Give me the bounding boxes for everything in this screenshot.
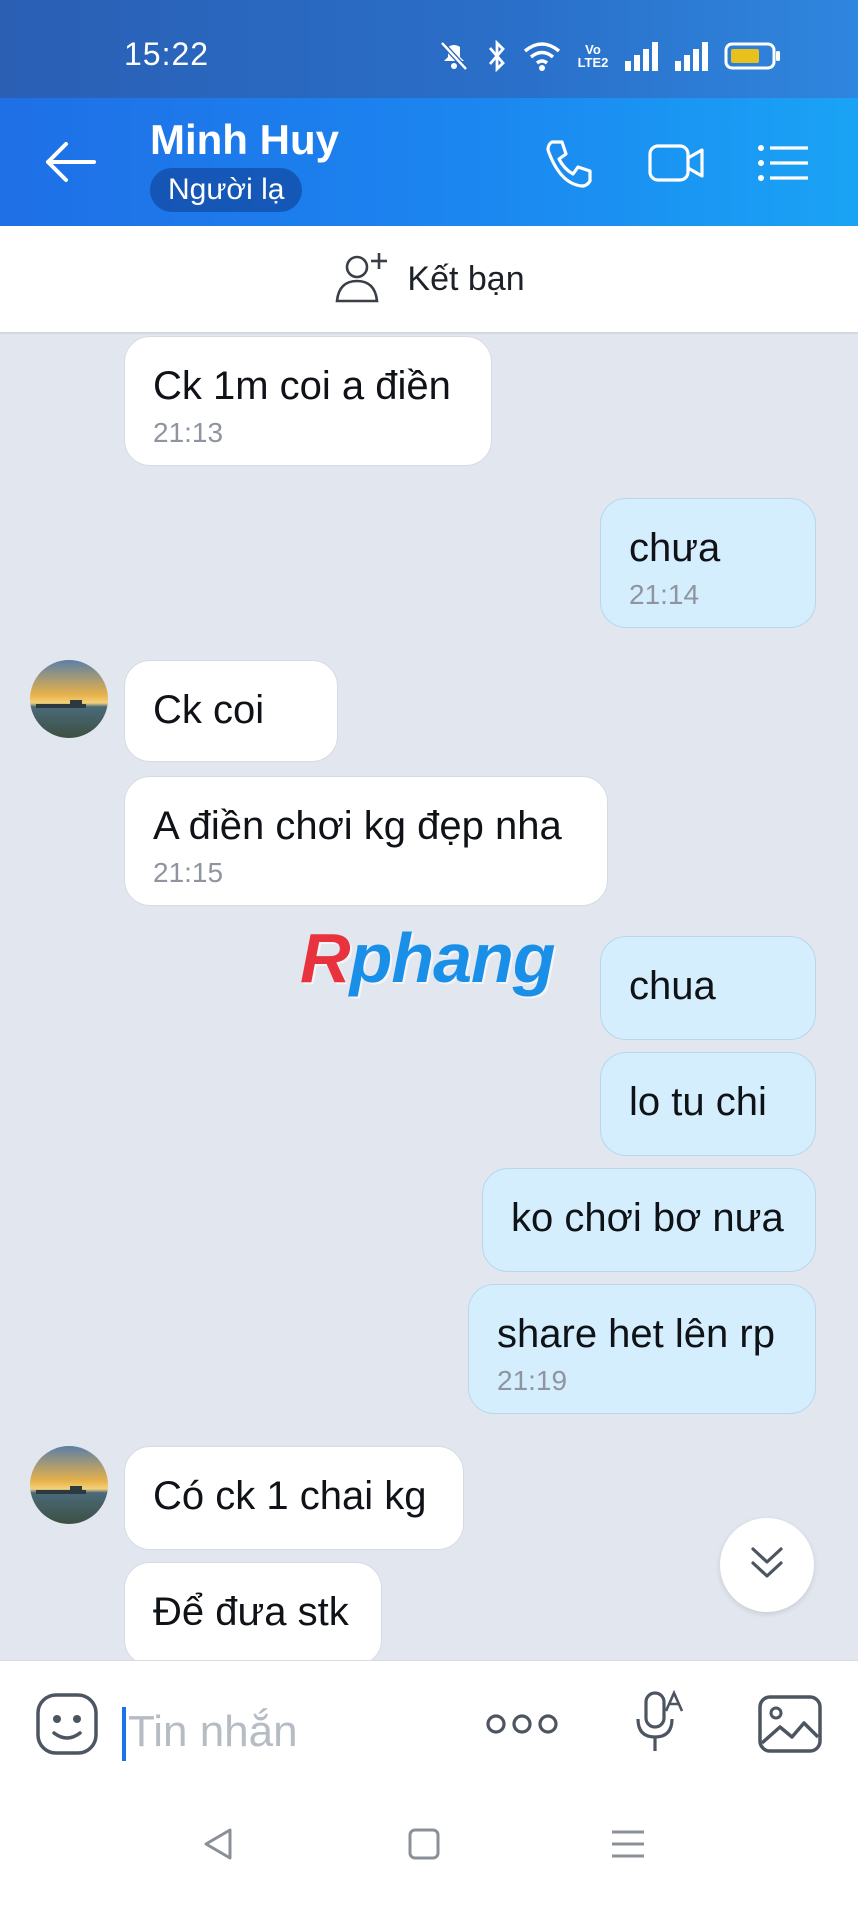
message-bubble[interactable]: ko chơi bơ nưa bbox=[482, 1168, 816, 1272]
watermark-logo: Rphang bbox=[300, 919, 556, 997]
system-nav-bar bbox=[0, 1784, 858, 1908]
message-bubble[interactable]: Ck coi bbox=[124, 660, 338, 762]
status-bar: 15:22 Vo LTE2 bbox=[0, 0, 858, 98]
wifi-icon bbox=[522, 39, 562, 73]
message-text: share het lên rp bbox=[497, 1312, 775, 1356]
message-bubble[interactable]: Có ck 1 chai kg bbox=[124, 1446, 464, 1550]
menu-list-icon[interactable] bbox=[754, 138, 814, 188]
phone-call-icon[interactable] bbox=[540, 138, 600, 188]
contact-name[interactable]: Minh Huy bbox=[150, 116, 339, 164]
status-icons: Vo LTE2 bbox=[436, 38, 782, 74]
message-time: 21:13 bbox=[153, 417, 224, 448]
message-input[interactable]: Tin nhắn bbox=[128, 1707, 298, 1757]
status-time: 15:22 bbox=[124, 36, 210, 72]
voice-to-text-icon[interactable] bbox=[634, 1689, 684, 1764]
message-text: A điền chơi kg đẹp nha bbox=[153, 804, 562, 848]
message-text: chưa bbox=[629, 526, 721, 570]
bluetooth-icon bbox=[486, 39, 508, 73]
volte-label: Vo LTE2 bbox=[577, 42, 609, 70]
scroll-to-bottom-button[interactable] bbox=[720, 1518, 814, 1612]
back-triangle-icon[interactable] bbox=[198, 1824, 238, 1869]
message-bubble[interactable]: Để đưa stk bbox=[124, 1562, 382, 1666]
message-text: Ck 1m coi a điền bbox=[153, 364, 451, 408]
avatar[interactable] bbox=[30, 1446, 108, 1524]
image-gallery-icon[interactable] bbox=[756, 1693, 824, 1760]
battery-icon bbox=[724, 41, 782, 71]
message-text: Có ck 1 chai kg bbox=[153, 1474, 427, 1518]
message-text: chua bbox=[629, 964, 716, 1008]
text-cursor bbox=[122, 1707, 126, 1761]
add-friend-icon bbox=[333, 249, 393, 310]
message-text: Ck coi bbox=[153, 688, 265, 732]
message-time: 21:19 bbox=[497, 1365, 568, 1396]
message-text: lo tu chi bbox=[629, 1080, 767, 1124]
avatar[interactable] bbox=[30, 660, 108, 738]
back-arrow-icon[interactable] bbox=[44, 140, 100, 184]
message-bubble[interactable]: A điền chơi kg đẹp nha 21:15 bbox=[124, 776, 608, 906]
sticker-emoji-icon[interactable] bbox=[34, 1691, 100, 1762]
message-composer: Tin nhắn bbox=[0, 1660, 858, 1784]
stranger-badge: Người lạ bbox=[150, 168, 303, 212]
message-bubble[interactable]: lo tu chi bbox=[600, 1052, 816, 1156]
recent-apps-icon[interactable] bbox=[608, 1824, 648, 1869]
chat-header: Minh Huy Người lạ bbox=[0, 98, 858, 226]
add-friend-bar[interactable]: Kết bạn bbox=[0, 226, 858, 334]
message-text: Để đưa stk bbox=[153, 1590, 349, 1634]
message-bubble[interactable]: Ck 1m coi a điền 21:13 bbox=[124, 336, 492, 466]
add-friend-label: Kết bạn bbox=[407, 259, 525, 298]
video-call-icon[interactable] bbox=[646, 138, 706, 188]
double-chevron-down-icon bbox=[747, 1543, 787, 1588]
message-bubble[interactable]: chưa 21:14 bbox=[600, 498, 816, 628]
signal-icon-2 bbox=[674, 41, 710, 71]
message-time: 21:15 bbox=[153, 857, 224, 888]
mute-icon bbox=[436, 39, 472, 73]
more-options-icon[interactable] bbox=[484, 1709, 560, 1744]
message-time: 21:14 bbox=[629, 579, 700, 610]
message-bubble[interactable]: chua bbox=[600, 936, 816, 1040]
message-bubble[interactable]: share het lên rp 21:19 bbox=[468, 1284, 816, 1414]
signal-icon bbox=[624, 41, 660, 71]
home-square-icon[interactable] bbox=[404, 1824, 444, 1869]
message-text: ko chơi bơ nưa bbox=[511, 1196, 784, 1240]
